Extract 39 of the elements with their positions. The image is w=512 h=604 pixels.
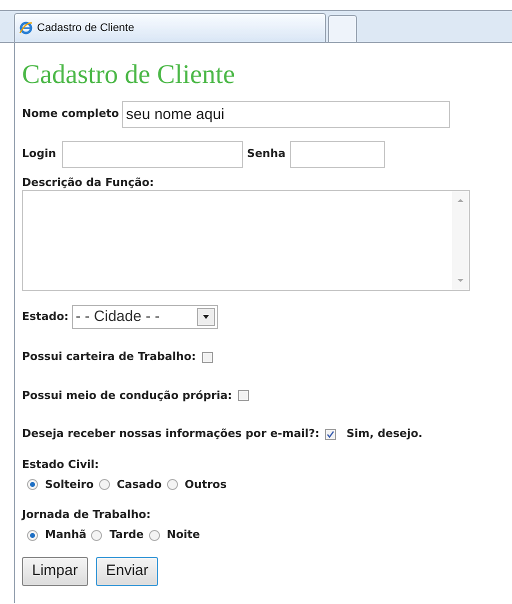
checkbox-caption: Sim, desejo. [346, 426, 422, 442]
login-field[interactable] [62, 141, 244, 168]
group-label: Estado Civil: [22, 458, 100, 472]
field-label: Estado: [22, 308, 69, 325]
field-label: Descrição da Função: [22, 176, 155, 190]
radio-label: Solteiro [45, 476, 94, 492]
radio-label: Outros [184, 476, 227, 492]
radio-label: Noite [166, 527, 200, 543]
checkbox[interactable] [325, 428, 336, 440]
description-field[interactable] [22, 190, 470, 291]
state-dropdown[interactable]: - - Cidade - - [72, 305, 218, 329]
radio-button[interactable] [91, 530, 102, 541]
checkbox-label: Possui carteira de Trabalho: [22, 349, 196, 365]
radio-button[interactable] [27, 479, 38, 490]
tab-title: Cadastro de Cliente [37, 20, 134, 36]
browser-logo-icon [19, 21, 33, 35]
scrollbar[interactable] [452, 191, 469, 290]
radio-label: Tarde [109, 527, 144, 543]
page-title: Cadastro de Cliente [22, 58, 236, 89]
field-label: Senha [247, 146, 286, 162]
password-field[interactable] [290, 141, 385, 168]
checkbox-label: Deseja receber nossas informações por e-mail?: [22, 426, 320, 442]
radio-label: Manhã [45, 527, 86, 543]
form-button[interactable]: Limpar [22, 556, 88, 586]
group-label: Jornada de Trabalho: [22, 508, 152, 522]
radio-button[interactable] [166, 479, 178, 490]
checkbox-label: Possui meio de condução própria: [22, 388, 232, 404]
name-field[interactable]: seu nome aqui [122, 101, 450, 128]
radio-button[interactable] [27, 530, 38, 541]
radio-button[interactable] [98, 479, 110, 490]
new-tab-button[interactable] [328, 15, 357, 42]
browser-tab[interactable]: Cadastro de Cliente [14, 13, 326, 42]
field-label: Nome completo [22, 106, 119, 122]
radio-label: Casado [116, 476, 162, 492]
checkbox[interactable] [202, 352, 213, 363]
radio-button[interactable] [148, 530, 160, 541]
form-button[interactable]: Enviar [96, 556, 158, 586]
checkbox[interactable] [238, 390, 250, 402]
field-label: Login [22, 146, 56, 162]
